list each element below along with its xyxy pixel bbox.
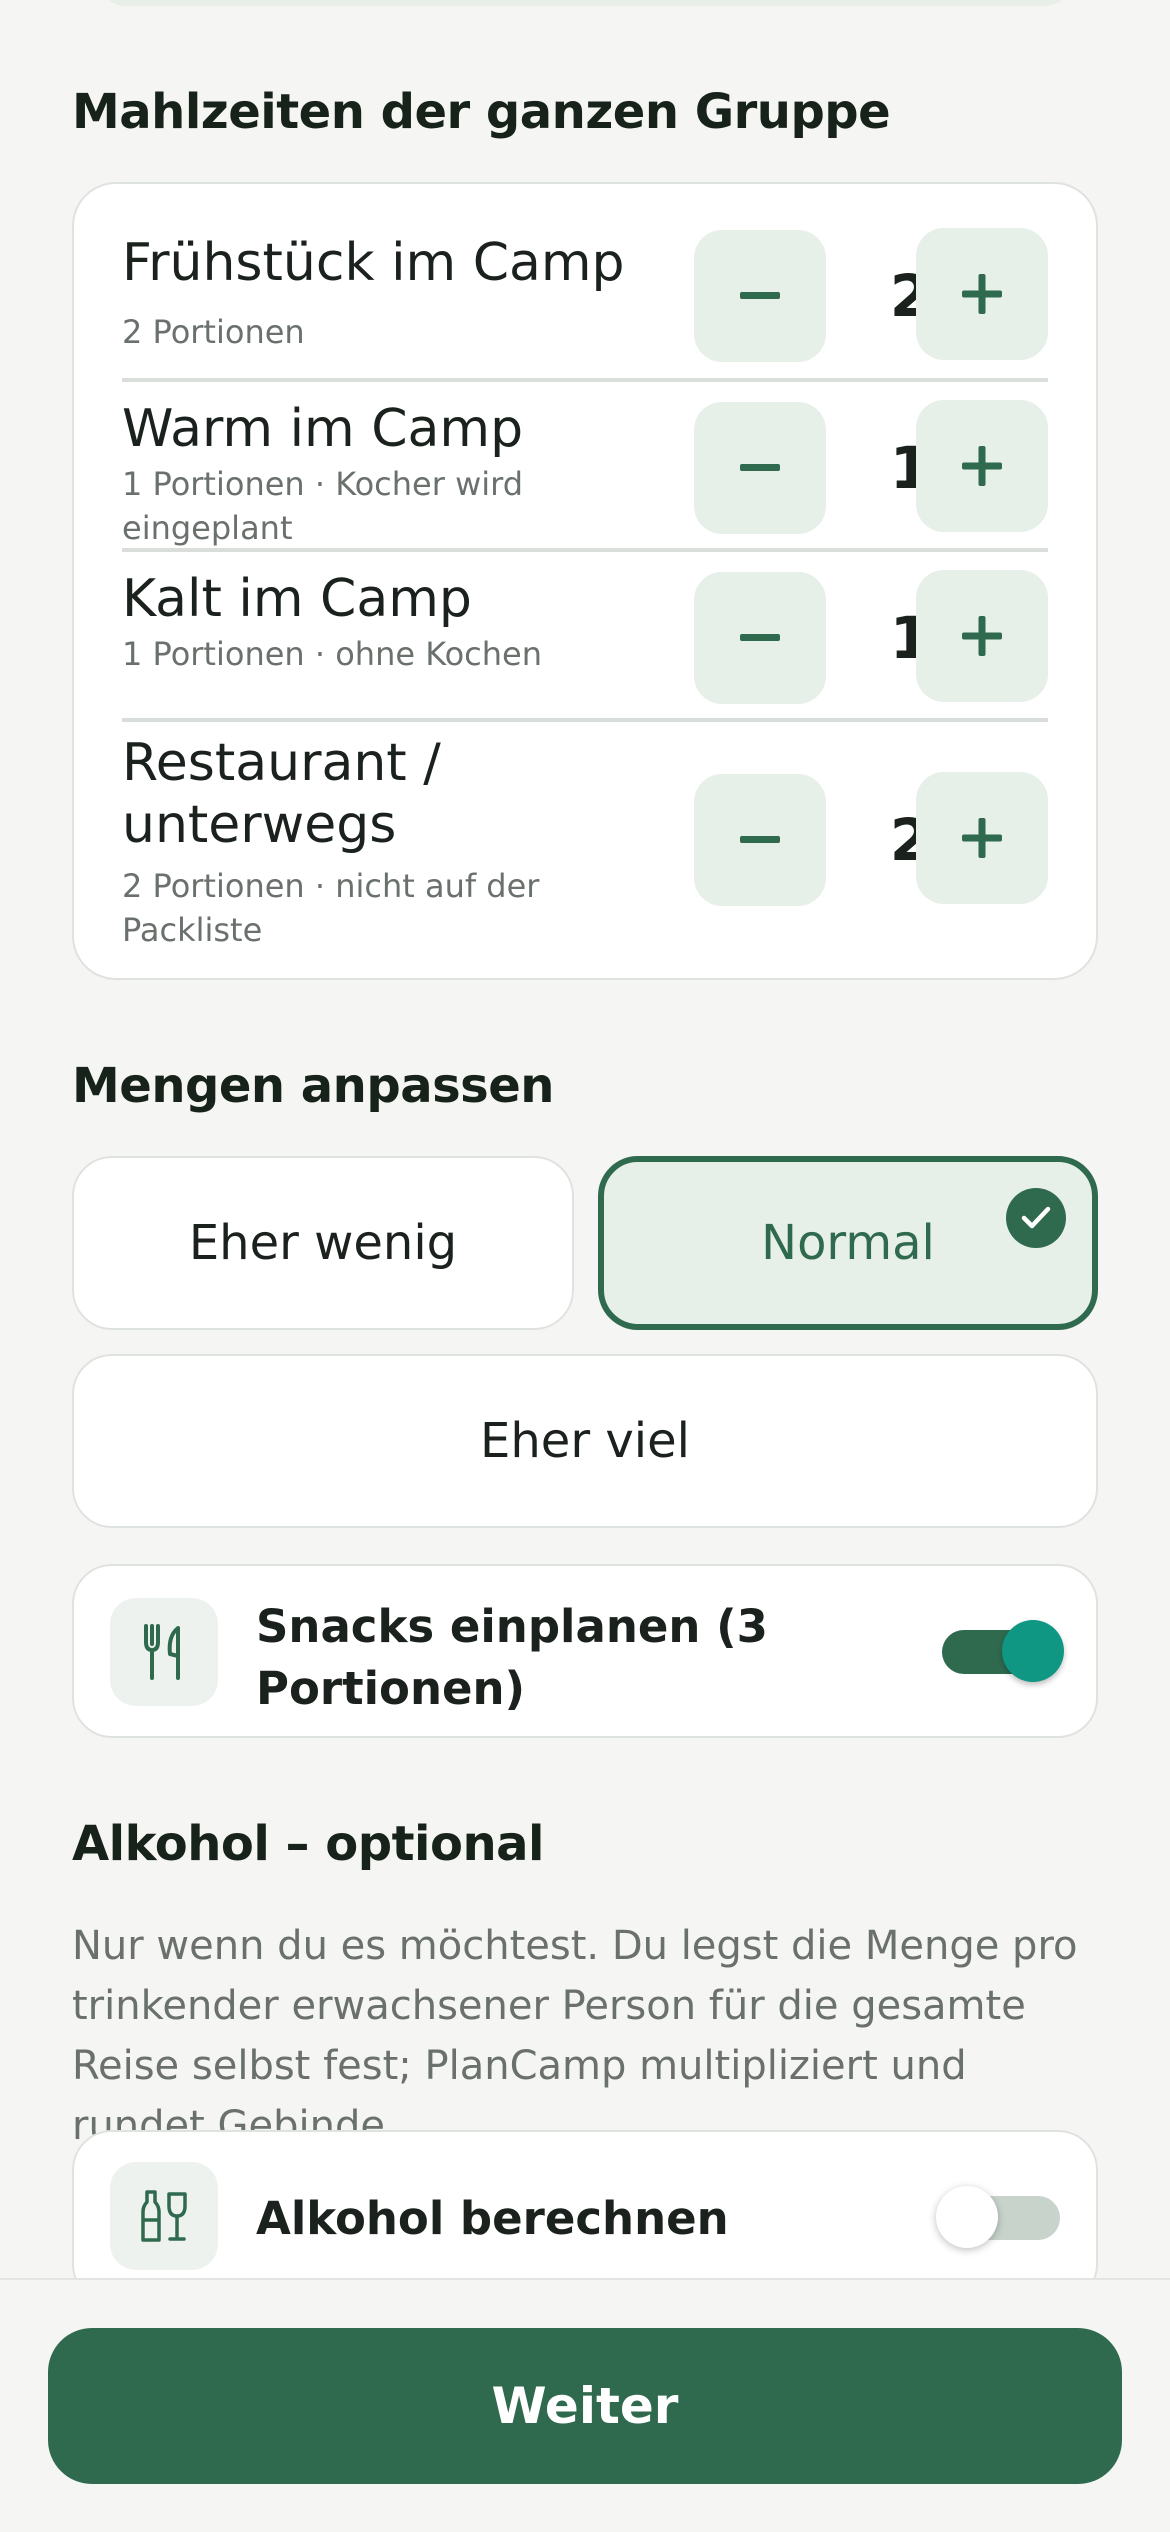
snacks-toggle[interactable] xyxy=(942,1620,1064,1682)
meal-subtitle: 1 Portionen · ohne Kochen xyxy=(122,635,543,673)
next-button[interactable]: Weiter xyxy=(48,2328,1122,2484)
increment-button[interactable] xyxy=(916,400,1048,532)
increment-button[interactable] xyxy=(916,772,1048,904)
amount-option-little[interactable]: Eher wenig xyxy=(72,1156,574,1330)
decrement-button[interactable] xyxy=(694,402,826,534)
alcohol-section-title: Alkohol – optional xyxy=(72,1816,544,1872)
minus-icon xyxy=(740,464,780,471)
previous-card-edge xyxy=(96,0,1074,6)
toggle-knob xyxy=(936,2186,998,2248)
decrement-button[interactable] xyxy=(694,230,826,362)
meal-row-breakfast: Frühstück im Camp 2 Portionen 2 xyxy=(122,230,1048,362)
amount-option-label: Normal xyxy=(761,1215,935,1271)
snacks-card[interactable]: Snacks einplanen (3 Portionen) xyxy=(72,1564,1098,1738)
alcohol-toggle[interactable] xyxy=(936,2186,1060,2248)
meal-name: Warm im Camp xyxy=(122,399,524,459)
cutlery-icon xyxy=(110,1598,218,1706)
meal-subtitle: 2 Portionen · nicht auf der Packliste xyxy=(122,867,540,949)
toggle-knob xyxy=(1002,1620,1064,1682)
meal-name: Frühstück im Camp xyxy=(122,233,625,293)
check-icon xyxy=(1006,1188,1066,1248)
amount-option-normal[interactable]: Normal xyxy=(598,1156,1098,1330)
minus-icon xyxy=(740,836,780,843)
meal-row-cold: Kalt im Camp 1 Portionen · ohne Kochen 1 xyxy=(122,568,1048,704)
minus-icon xyxy=(740,292,780,299)
alcohol-description: Nur wenn du es möchtest. Du legst die Me… xyxy=(72,1923,1078,2149)
decrement-button[interactable] xyxy=(694,774,826,906)
plus-icon xyxy=(962,616,1002,656)
amounts-section-title: Mengen anpassen xyxy=(72,1058,554,1114)
divider xyxy=(122,718,1048,722)
meal-name: Restaurant / unterwegs xyxy=(122,733,441,855)
meal-row-restaurant: Restaurant / unterwegs 2 Portionen · nic… xyxy=(122,732,1048,964)
meal-subtitle: 2 Portionen xyxy=(122,313,305,351)
plus-icon xyxy=(962,818,1002,858)
meal-row-warm: Warm im Camp 1 Portionen · Kocher wird e… xyxy=(122,398,1048,548)
alcohol-label: Alkohol berechnen xyxy=(256,2192,729,2245)
meal-name: Kalt im Camp xyxy=(122,569,472,629)
screen: Mahlzeiten der ganzen Gruppe Frühstück i… xyxy=(0,0,1170,2532)
plus-icon xyxy=(962,446,1002,486)
plus-icon xyxy=(962,274,1002,314)
divider xyxy=(122,378,1048,382)
bottom-bar: Weiter xyxy=(0,2278,1170,2532)
meal-subtitle: 1 Portionen · Kocher wird eingeplant xyxy=(122,465,524,547)
increment-button[interactable] xyxy=(916,570,1048,702)
meals-section-title: Mahlzeiten der ganzen Gruppe xyxy=(72,84,891,140)
minus-icon xyxy=(740,634,780,641)
snacks-label: Snacks einplanen (3 Portionen) xyxy=(256,1600,768,1715)
increment-button[interactable] xyxy=(916,228,1048,360)
decrement-button[interactable] xyxy=(694,572,826,704)
amount-option-much[interactable]: Eher viel xyxy=(72,1354,1098,1528)
divider xyxy=(122,548,1048,552)
bottle-glass-icon xyxy=(110,2162,218,2270)
